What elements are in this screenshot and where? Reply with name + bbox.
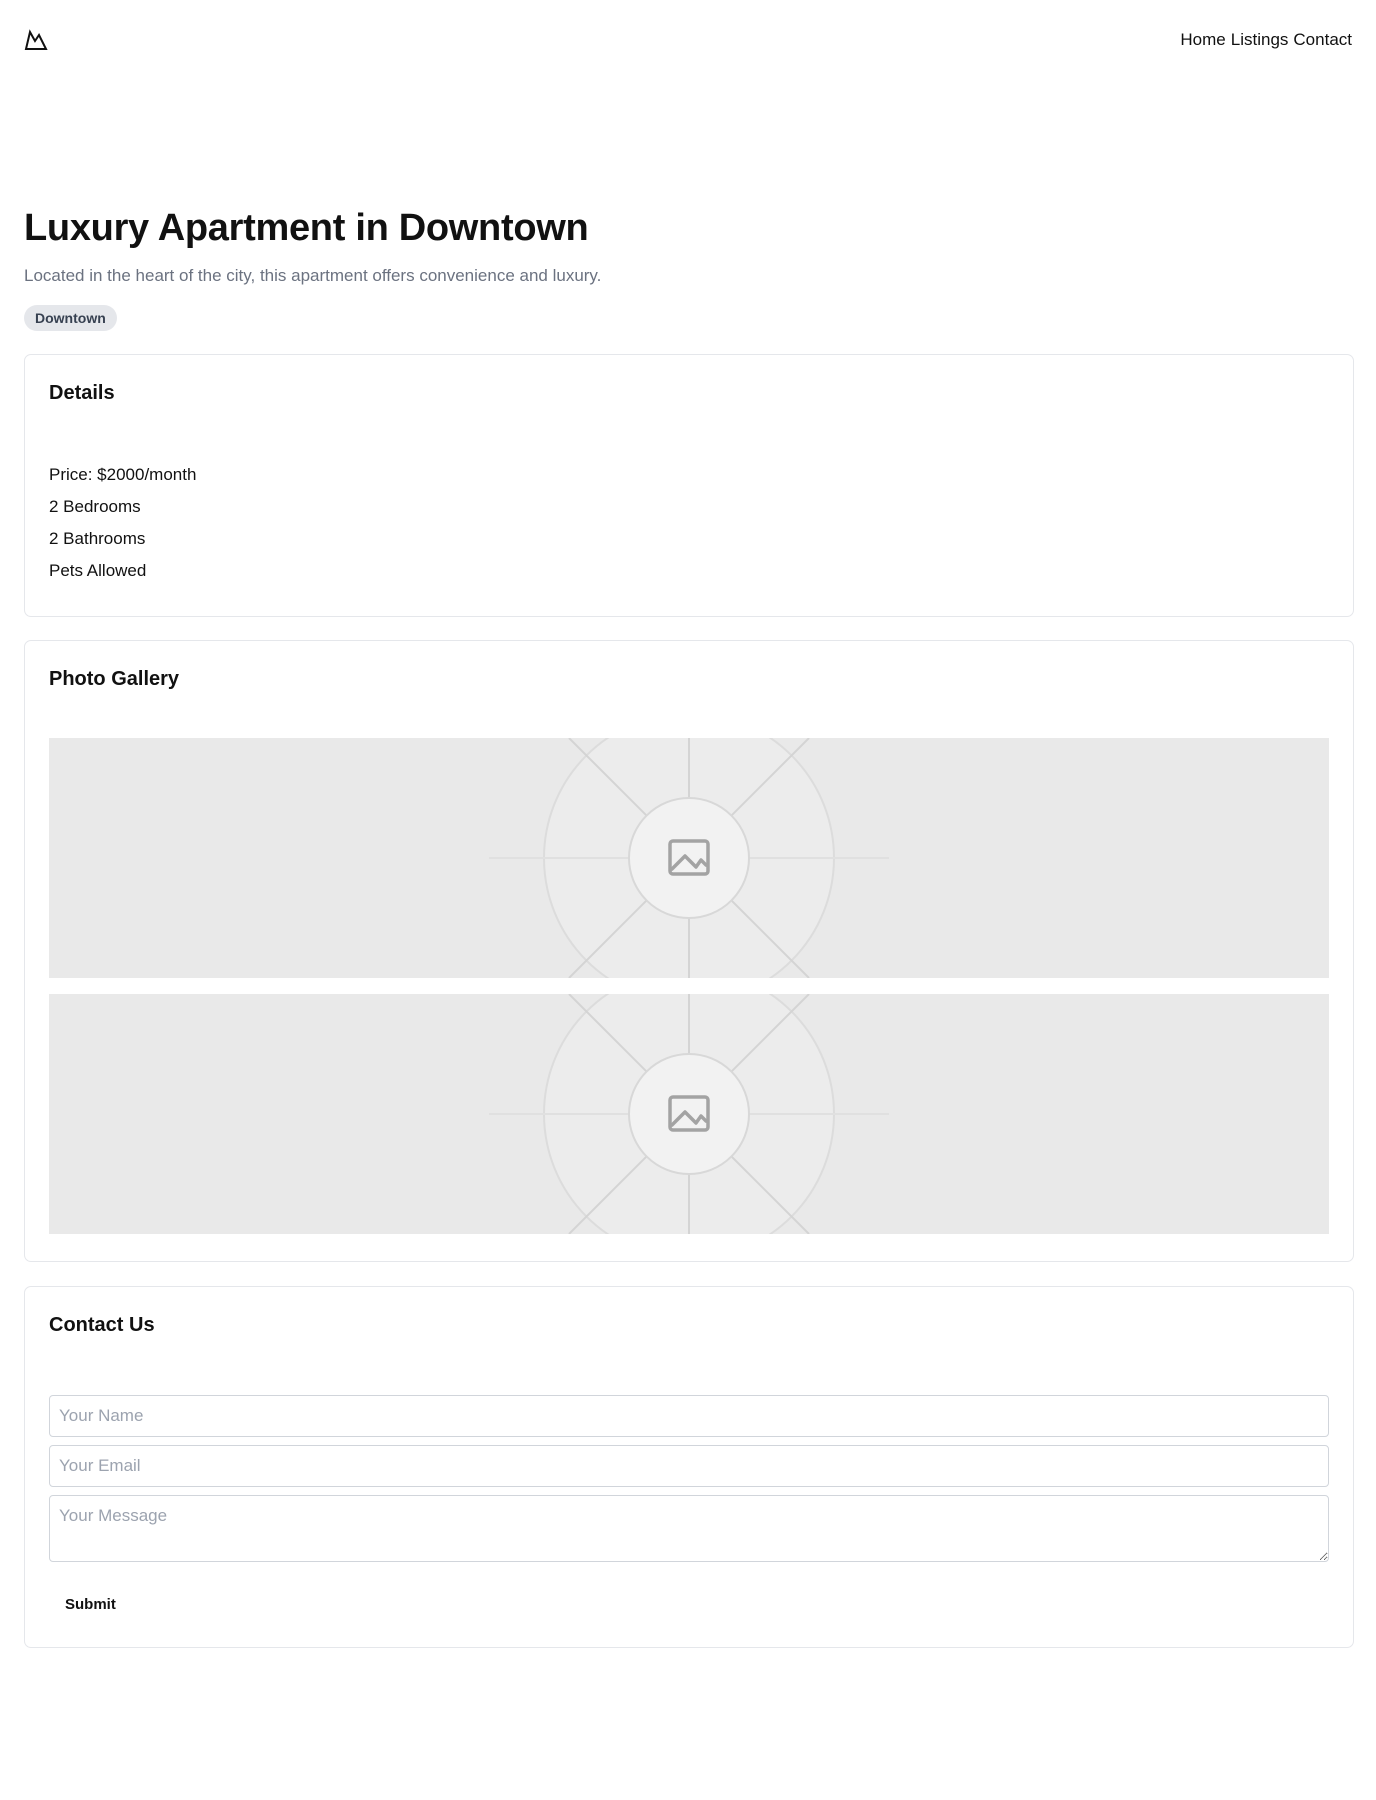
detail-bathrooms: 2 Bathrooms [49,529,146,548]
detail-pets: Pets Allowed [49,561,147,580]
details-heading: Details [49,382,115,404]
message-textarea[interactable] [49,1495,1329,1562]
contact-heading: Contact Us [49,1314,155,1336]
mountain-logo-icon[interactable] [24,28,48,52]
nav-link-contact[interactable]: Contact [1293,30,1352,50]
gallery-heading: Photo Gallery [49,668,180,690]
gallery-photo[interactable] [49,994,1329,1234]
contact-card: Contact Us Submit [24,1286,1354,1648]
nav-link-listings[interactable]: Listings [1231,30,1289,50]
site-header: Home Listings Contact [0,0,1376,80]
details-list: Price: $2000/month 2 Bedrooms 2 Bathroom… [49,465,196,593]
main-nav: Home Listings Contact [1180,30,1352,50]
gallery-photo[interactable] [49,738,1329,978]
nav-link-home[interactable]: Home [1180,30,1225,50]
email-input[interactable] [49,1445,1329,1487]
photo-gallery-card: Photo Gallery [24,640,1354,1262]
image-placeholder-icon [489,738,889,978]
submit-button[interactable]: Submit [65,1592,116,1617]
details-card: Details Price: $2000/month 2 Bedrooms 2 … [24,354,1354,617]
location-badge: Downtown [24,305,117,331]
page-title: Luxury Apartment in Downtown [24,207,589,249]
name-input[interactable] [49,1395,1329,1437]
detail-bedrooms: 2 Bedrooms [49,497,141,516]
image-placeholder-icon [489,994,889,1234]
listing-description: Located in the heart of the city, this a… [24,266,602,285]
detail-price: Price: $2000/month [49,465,197,484]
